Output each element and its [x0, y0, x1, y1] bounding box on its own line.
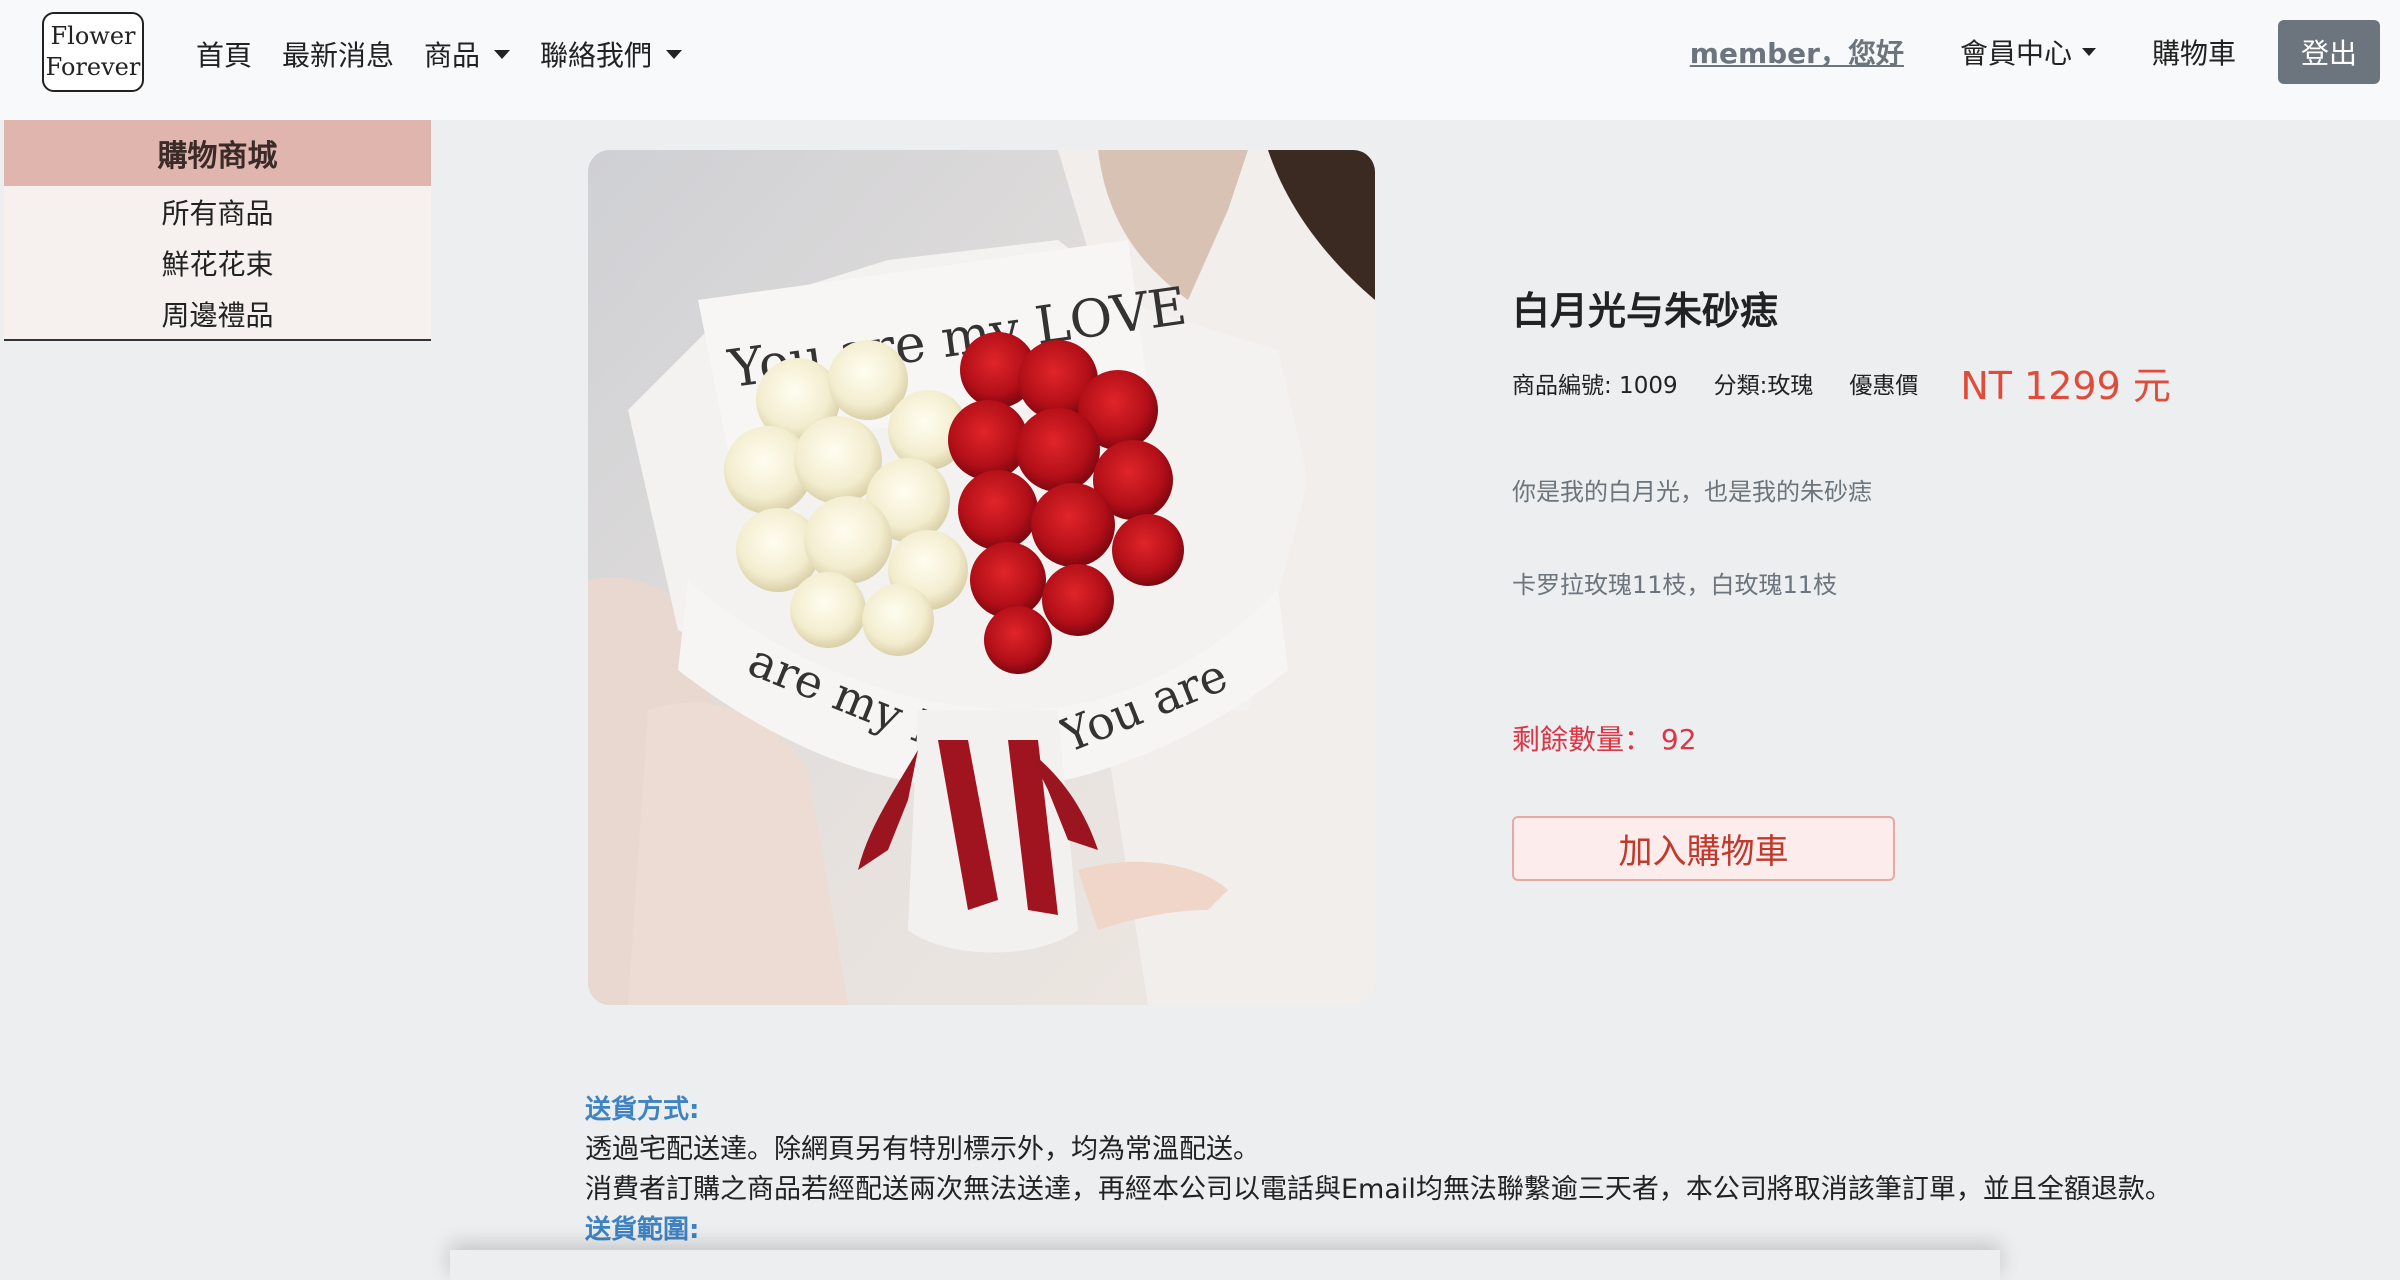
nav-products-label: 商品	[424, 39, 481, 72]
footer-shadow	[450, 1250, 2000, 1280]
delivery-info: 送貨方式: 透過宅配送達。除網頁另有特別標示外，均為常溫配送。 消費者訂購之商品…	[585, 1090, 2172, 1250]
nav-home[interactable]: 首頁	[196, 34, 252, 74]
chevron-down-icon	[494, 49, 511, 59]
member-center-dropdown[interactable]: 會員中心	[1960, 32, 2096, 72]
cart-link[interactable]: 購物車	[2152, 32, 2236, 72]
brand-logo[interactable]: Flower Forever	[42, 12, 144, 92]
nav-products-dropdown[interactable]: 商品	[424, 34, 511, 74]
product-title: 白月光与朱砂痣	[1512, 289, 1779, 333]
shop-sidebar: 購物商城 所有商品 鮮花花束 周邊禮品	[4, 120, 431, 341]
discount-label: 優惠價	[1849, 372, 1919, 399]
sidebar-item-bouquets[interactable]: 鮮花花束	[4, 237, 431, 288]
product-id: 商品編號: 1009	[1512, 372, 1678, 399]
member-center-label: 會員中心	[1959, 37, 2072, 70]
main-nav: 首頁 最新消息 商品 聯絡我們	[196, 34, 712, 74]
delivery-method-line2: 消費者訂購之商品若經配送兩次無法送達，再經本公司以電話與Email均無法聯繫逾三…	[585, 1174, 2172, 1205]
add-to-cart-button[interactable]: 加入購物車	[1512, 816, 1895, 881]
product-composition: 卡罗拉玫瑰11枝，白玫瑰11枝	[1512, 571, 1838, 599]
logo-line1: Flower	[50, 22, 136, 50]
delivery-method-line1: 透過宅配送達。除網頁另有特別標示外，均為常溫配送。	[585, 1134, 1260, 1165]
user-nav: member，您好 會員中心 購物車 登出	[1690, 20, 2380, 84]
nav-contact-label: 聯絡我們	[540, 39, 653, 72]
nav-news[interactable]: 最新消息	[282, 34, 394, 74]
product-meta: 商品編號: 1009 分類:玫瑰 優惠價 NT 1299 元	[1512, 355, 2207, 410]
logout-button[interactable]: 登出	[2278, 20, 2380, 84]
stock-remaining: 剩餘數量： 92	[1512, 723, 1697, 756]
member-greeting-link[interactable]: member，您好	[1690, 32, 1904, 72]
delivery-method-heading: 送貨方式:	[585, 1095, 700, 1125]
nav-contact-dropdown[interactable]: 聯絡我們	[540, 34, 683, 74]
product-price: NT 1299 元	[1960, 364, 2171, 408]
logo-line2: Forever	[45, 53, 141, 81]
product-category: 分類:玫瑰	[1713, 372, 1814, 399]
bouquet-photo-icon: You are my LOVE are my LOVE You are	[588, 150, 1375, 1005]
navbar: Flower Forever 首頁 最新消息 商品 聯絡我們 member，您好…	[0, 0, 2400, 120]
sidebar-item-all-products[interactable]: 所有商品	[4, 186, 431, 237]
chevron-down-icon	[666, 49, 683, 59]
sidebar-title: 購物商城	[4, 120, 431, 186]
delivery-range-heading: 送貨範圍:	[585, 1215, 700, 1245]
product-image: You are my LOVE are my LOVE You are	[588, 150, 1375, 1005]
chevron-down-icon	[2081, 48, 2096, 56]
sidebar-item-gifts[interactable]: 周邊禮品	[4, 288, 431, 339]
product-description: 你是我的白月光，也是我的朱砂痣	[1512, 478, 1872, 506]
